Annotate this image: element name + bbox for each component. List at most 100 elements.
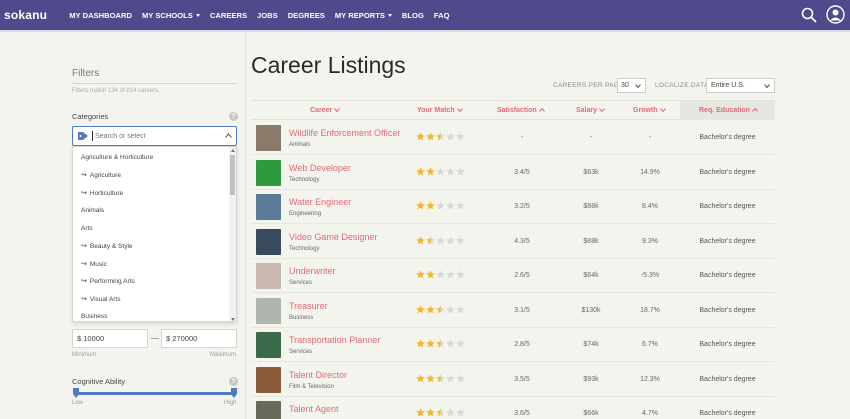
education-value: Bachelor's degree bbox=[699, 410, 756, 417]
nav-item-my-schools[interactable]: MY SCHOOLS bbox=[142, 11, 200, 20]
star-icon bbox=[446, 270, 455, 279]
dropdown-item[interactable]: Business bbox=[81, 313, 107, 320]
table-row[interactable]: Transportation Planner Services 2.8/5 $74k 6… bbox=[251, 328, 775, 362]
categories-search-input[interactable] bbox=[95, 132, 215, 140]
cognitive-slider-track[interactable] bbox=[76, 392, 234, 395]
scroll-up-icon[interactable] bbox=[230, 149, 235, 152]
career-thumbnail[interactable] bbox=[256, 332, 281, 358]
career-thumbnail[interactable] bbox=[256, 194, 281, 220]
table-row[interactable]: Underwriter Services 2.6/5 $64k -5.3% Bachelo… bbox=[251, 259, 775, 293]
dropdown-item[interactable]: ↪ Performing Arts bbox=[81, 277, 135, 285]
table-row[interactable]: Talent Agent 3.6/5 $66k 4.7% Bachelor's degr… bbox=[251, 397, 775, 419]
star-icon bbox=[456, 201, 465, 210]
dropdown-scrollbar[interactable] bbox=[229, 147, 236, 321]
nav-item-careers[interactable]: CAREERS bbox=[210, 11, 247, 20]
chevron-up-icon[interactable] bbox=[225, 133, 232, 138]
match-rating bbox=[416, 304, 466, 314]
salary-min-input[interactable]: $ 10000 bbox=[72, 329, 148, 348]
career-thumbnail[interactable] bbox=[256, 263, 281, 289]
star-icon bbox=[446, 408, 455, 417]
chevron-down-icon bbox=[635, 84, 641, 88]
dropdown-item[interactable]: Animals bbox=[81, 207, 104, 214]
growth-value: 8.4% bbox=[642, 203, 658, 210]
sub-arrow-icon: ↪ bbox=[81, 261, 87, 268]
nav-item-my-dashboard[interactable]: MY DASHBOARD bbox=[69, 11, 132, 20]
career-thumbnail[interactable] bbox=[256, 297, 281, 324]
dropdown-item[interactable]: Agriculture & Horticulture bbox=[81, 154, 153, 161]
star-icon bbox=[436, 373, 445, 382]
table-row[interactable]: Water Engineer Engineering 3.2/5 $88k 8.4% Ba… bbox=[251, 190, 775, 224]
career-title-link[interactable]: Wildlife Enforcement Officer bbox=[289, 128, 400, 138]
career-thumbnail[interactable] bbox=[256, 159, 281, 186]
nav-item-faq[interactable]: FAQ bbox=[434, 11, 450, 20]
star-icon bbox=[436, 304, 445, 313]
column-your-match[interactable]: Your Match bbox=[417, 107, 463, 114]
star-icon bbox=[446, 132, 455, 141]
career-category: Film & Television bbox=[289, 383, 334, 390]
salary-value: $63k bbox=[583, 168, 599, 176]
salary-range-dash bbox=[151, 338, 159, 339]
nav-item-my-reports[interactable]: MY REPORTS bbox=[335, 11, 392, 20]
column-career[interactable]: Career bbox=[310, 107, 341, 114]
column-growth[interactable]: Growth bbox=[633, 107, 666, 114]
column-req-education[interactable]: Req. Education bbox=[699, 107, 758, 114]
career-title-link[interactable]: Video Game Designer bbox=[289, 232, 377, 242]
growth-value: 12.3% bbox=[640, 375, 660, 383]
categories-search-box[interactable] bbox=[72, 126, 237, 146]
satisfaction-value: 3.4/5 bbox=[514, 168, 530, 176]
match-rating bbox=[416, 235, 466, 245]
table-row[interactable]: Wildlife Enforcement Officer Animals - - - Ba… bbox=[251, 121, 775, 155]
star-icon bbox=[436, 166, 445, 175]
chevron-down-icon bbox=[195, 13, 200, 17]
career-thumbnail[interactable] bbox=[256, 125, 281, 151]
dropdown-item[interactable]: ↪ Agriculture bbox=[81, 171, 121, 179]
scroll-down-icon[interactable] bbox=[230, 318, 235, 321]
career-title-link[interactable]: Treasurer bbox=[289, 301, 328, 311]
table-row[interactable]: Talent Director Film & Television 3.5/5 $93… bbox=[251, 363, 775, 397]
satisfaction-value: - bbox=[520, 134, 524, 141]
dropdown-item[interactable]: Arts bbox=[81, 225, 93, 232]
table-row[interactable]: Video Game Designer Technology 4.3/5 $88k 9.… bbox=[251, 225, 775, 259]
column-salary[interactable]: Salary bbox=[576, 107, 605, 114]
career-title-link[interactable]: Web Developer bbox=[289, 163, 351, 173]
column-satisfaction[interactable]: Satisfaction bbox=[497, 107, 545, 114]
career-category: Services bbox=[289, 349, 313, 355]
careers-per-page-select[interactable]: 30 bbox=[617, 78, 646, 93]
user-icon[interactable] bbox=[826, 5, 845, 24]
career-title-link[interactable]: Transportation Planner bbox=[289, 335, 380, 345]
table-row[interactable]: Treasurer Business 3.1/5 $130k 18.7% Bachelor… bbox=[251, 294, 775, 328]
growth-value: 14.9% bbox=[640, 168, 660, 176]
nav-item-degrees[interactable]: DEGREES bbox=[288, 11, 325, 20]
brand-logo[interactable]: sokanu bbox=[4, 8, 47, 22]
career-title-link[interactable]: Water Engineer bbox=[289, 197, 351, 207]
dropdown-item[interactable]: ↪ Beauty & Style bbox=[81, 242, 133, 250]
career-title-link[interactable]: Underwriter bbox=[289, 266, 336, 276]
career-thumbnail[interactable] bbox=[256, 366, 281, 393]
dropdown-item[interactable]: ↪ Music bbox=[81, 260, 107, 268]
growth-value: - bbox=[648, 134, 652, 141]
chevron-down-icon bbox=[599, 108, 605, 113]
nav-item-blog[interactable]: BLOG bbox=[402, 11, 424, 20]
star-icon bbox=[456, 339, 465, 348]
slider-handle-low[interactable] bbox=[73, 388, 79, 398]
localize-data-select[interactable]: Entire U.S. bbox=[706, 78, 775, 93]
career-title-link[interactable]: Talent Agent bbox=[289, 404, 339, 414]
chevron-down-icon bbox=[334, 108, 341, 113]
search-icon[interactable] bbox=[801, 7, 817, 23]
dropdown-item[interactable]: ↪ Visual Arts bbox=[81, 295, 120, 303]
help-icon[interactable]: ? bbox=[229, 112, 238, 121]
match-rating bbox=[416, 373, 466, 383]
table-row[interactable]: Web Developer Technology 3.4/5 $63k 14.9% Bac… bbox=[251, 156, 775, 190]
nav-item-jobs[interactable]: JOBS bbox=[257, 11, 278, 20]
career-category: Technology bbox=[289, 245, 320, 252]
career-title-link[interactable]: Talent Director bbox=[289, 370, 347, 380]
scrollbar-thumb[interactable] bbox=[230, 155, 235, 195]
salary-max-input[interactable]: $ 270000 bbox=[161, 329, 237, 348]
sub-arrow-icon: ↪ bbox=[81, 172, 87, 179]
career-thumbnail[interactable] bbox=[256, 228, 281, 255]
satisfaction-value: 2.6/5 bbox=[514, 272, 530, 279]
help-icon[interactable]: ? bbox=[229, 377, 238, 386]
dropdown-item[interactable]: ↪ Horticulture bbox=[81, 189, 123, 197]
career-thumbnail[interactable] bbox=[256, 401, 281, 419]
slider-handle-high[interactable] bbox=[231, 388, 237, 398]
